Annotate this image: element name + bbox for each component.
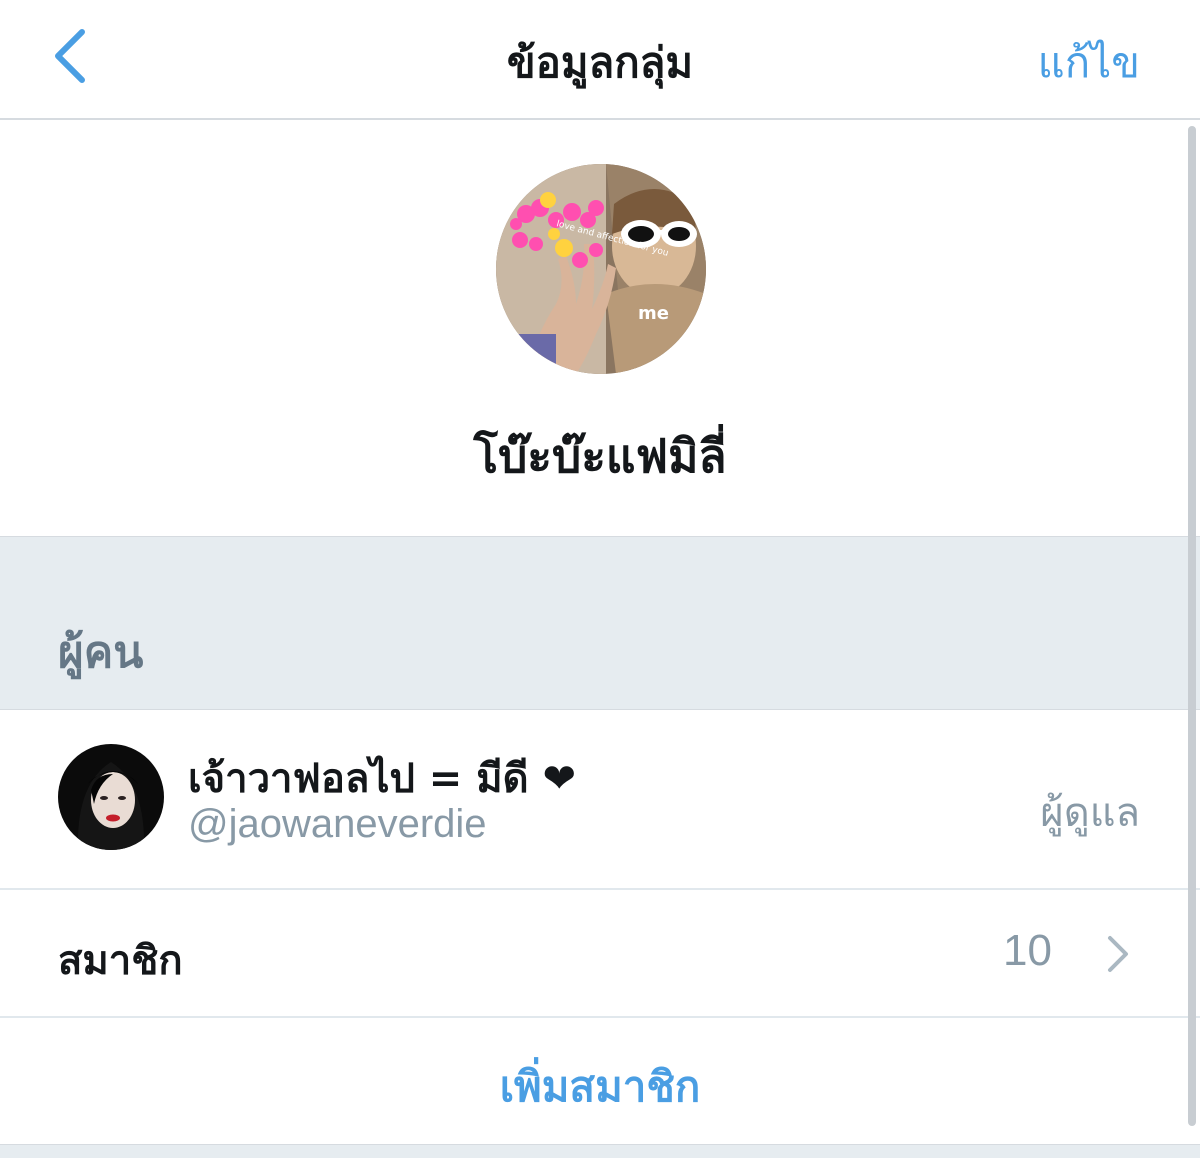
section-title-people: ผู้คน: [58, 627, 144, 678]
group-avatar[interactable]: love and affection for you me: [496, 164, 706, 374]
member-avatar: [58, 744, 164, 850]
members-label: สมาชิก: [58, 938, 183, 984]
members-row[interactable]: สมาชิก 10: [0, 890, 1200, 1018]
group-name: โบ๊ะบ๊ะแฟมิลี่: [473, 429, 727, 483]
member-display-name: เจ้าวาฟอลไป = มีดี ❤: [188, 756, 577, 802]
avatar-caption-text: me: [638, 303, 669, 324]
group-info-screen: ข้อมูลกลุ่ม แก้ไข love and affection for…: [0, 0, 1200, 1158]
member-role-badge: ผู้ดูแล: [1040, 790, 1140, 836]
member-handle: @jaowaneverdie: [188, 802, 487, 846]
group-avatar-image: love and affection for you me: [496, 164, 706, 374]
people-section-header: ผู้คน: [0, 536, 1200, 710]
chevron-right-icon: [1108, 936, 1128, 972]
members-count: 10: [1003, 926, 1052, 975]
edit-button[interactable]: แก้ไข: [1038, 30, 1140, 96]
bottom-divider: [0, 1144, 1200, 1158]
member-avatar-image: [58, 744, 164, 850]
add-members-label: เพิ่มสมาชิก: [499, 1062, 701, 1111]
member-row[interactable]: เจ้าวาฟอลไป = มีดี ❤ @jaowaneverdie ผู้ด…: [0, 710, 1200, 890]
page-title: ข้อมูลกลุ่ม: [506, 38, 694, 87]
scrollbar[interactable]: [1188, 126, 1196, 1126]
group-header: love and affection for you me โบ๊ะบ๊ะแฟม…: [0, 120, 1200, 536]
navigation-bar: ข้อมูลกลุ่ม แก้ไข: [0, 0, 1200, 120]
add-members-button[interactable]: เพิ่มสมาชิก: [0, 1018, 1200, 1144]
